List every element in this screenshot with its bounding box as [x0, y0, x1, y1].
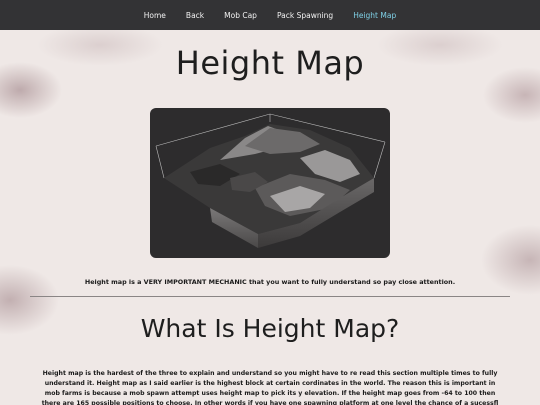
nav-pack-spawning-link[interactable]: Pack Spawning	[277, 11, 333, 20]
section-body: Height map is the hardest of the three t…	[41, 370, 499, 405]
top-navbar: Home Back Mob Cap Pack Spawning Height M…	[0, 0, 540, 30]
nav-home-link[interactable]: Home	[144, 11, 166, 20]
terrain-render	[155, 113, 386, 248]
nav-height-map-link[interactable]: Height Map	[353, 11, 396, 20]
page-title: Height Map	[175, 44, 365, 82]
intro-text: Height map is a VERY IMPORTANT MECHANIC …	[84, 278, 456, 287]
section-title: What Is Height Map?	[140, 314, 400, 343]
main-content: Height Map Height map is a VERY IMPORTAN…	[0, 30, 540, 405]
nav-back-link[interactable]: Back	[186, 11, 204, 20]
nav-mob-cap-link[interactable]: Mob Cap	[224, 11, 257, 20]
height-map-image	[150, 108, 390, 258]
section-divider	[30, 296, 510, 297]
